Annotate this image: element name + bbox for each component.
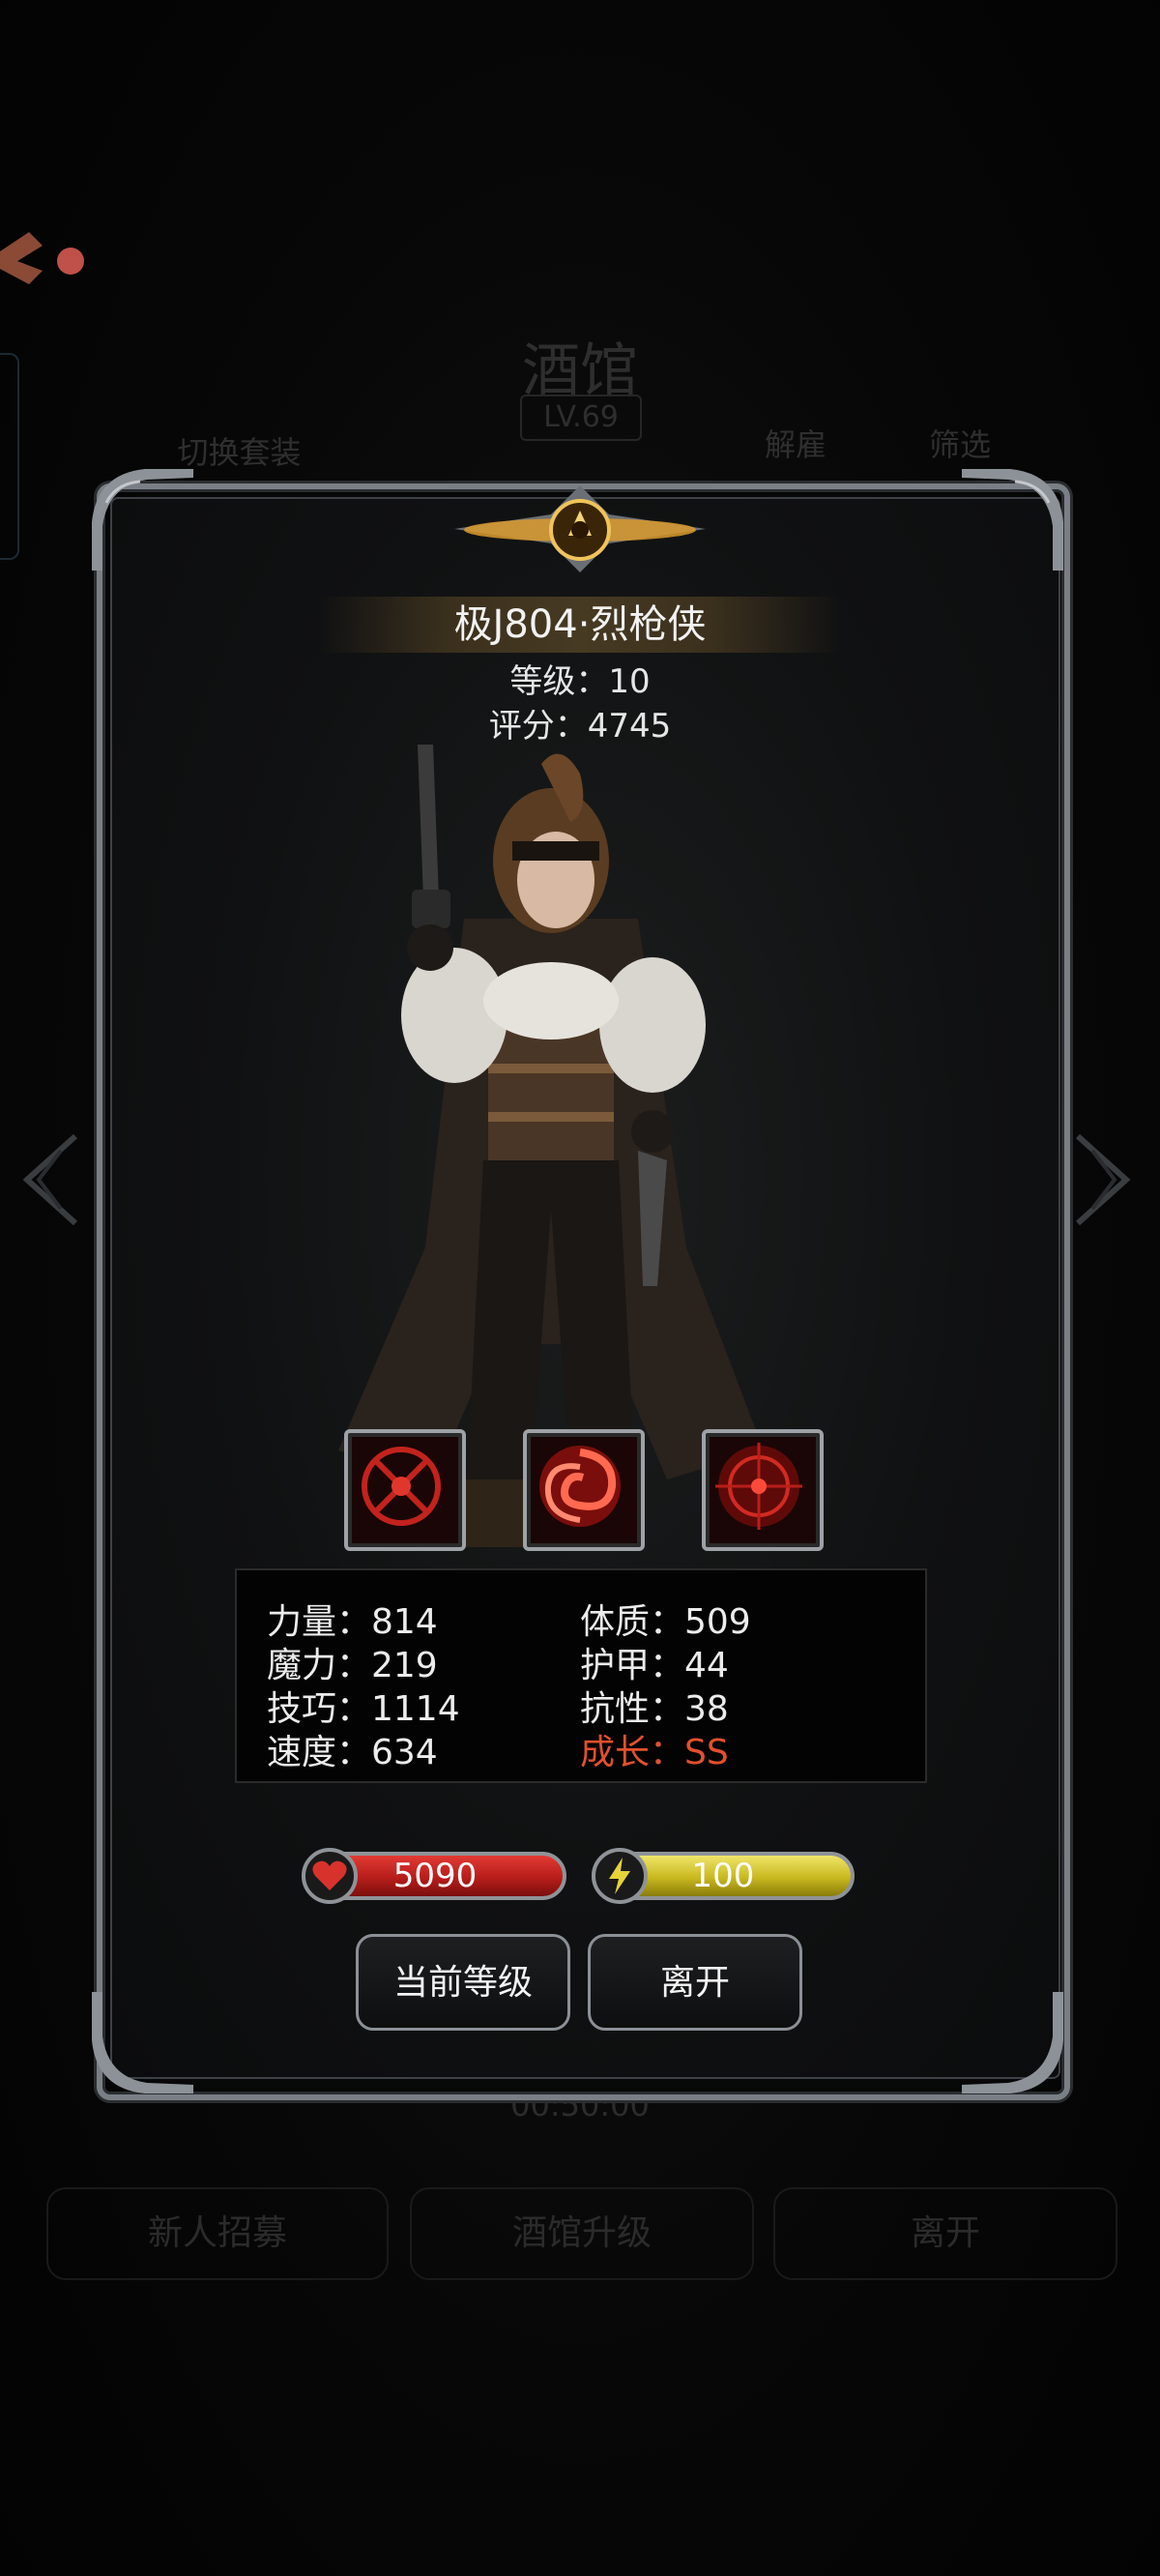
stat-speed: 速度：634 bbox=[267, 1733, 438, 1772]
frame-corner-ornament bbox=[92, 469, 193, 571]
target-icon bbox=[715, 1443, 802, 1530]
skill-slot-1[interactable] bbox=[344, 1429, 466, 1551]
stat-growth: 成长：SS bbox=[580, 1733, 729, 1772]
recruit-button[interactable]: 新人招募 bbox=[46, 2187, 389, 2280]
current-level-button[interactable]: 当前等级 bbox=[356, 1934, 570, 2031]
skill-slot-3[interactable] bbox=[702, 1429, 824, 1551]
upgrade-tavern-button[interactable]: 酒馆升级 bbox=[410, 2187, 754, 2280]
prev-hero-arrow-icon[interactable] bbox=[17, 1131, 85, 1228]
swirl-icon bbox=[539, 1446, 621, 1527]
tavern-level: LV.69 bbox=[520, 395, 642, 441]
hero-score: 评分：4745 bbox=[488, 707, 672, 746]
frame-corner-ornament bbox=[92, 1992, 193, 2093]
heart-icon bbox=[302, 1848, 358, 1904]
hero-name: 极J804·烈枪侠 bbox=[319, 597, 841, 653]
leave-tavern-button[interactable]: 离开 bbox=[773, 2187, 1117, 2280]
skill-slot-2[interactable] bbox=[523, 1429, 645, 1551]
crosshair-icon bbox=[362, 1447, 441, 1526]
frame-corner-ornament bbox=[962, 1992, 1063, 2093]
hero-level: 等级：10 bbox=[509, 662, 651, 701]
class-emblem-icon bbox=[454, 485, 706, 572]
back-arrow-icon[interactable] bbox=[0, 213, 97, 309]
dismiss-button[interactable]: 解雇 bbox=[723, 418, 868, 472]
next-hero-arrow-icon[interactable] bbox=[1068, 1131, 1136, 1228]
leave-button[interactable]: 离开 bbox=[588, 1934, 802, 2031]
frame-corner-ornament bbox=[962, 469, 1063, 571]
lightning-icon bbox=[592, 1848, 648, 1904]
